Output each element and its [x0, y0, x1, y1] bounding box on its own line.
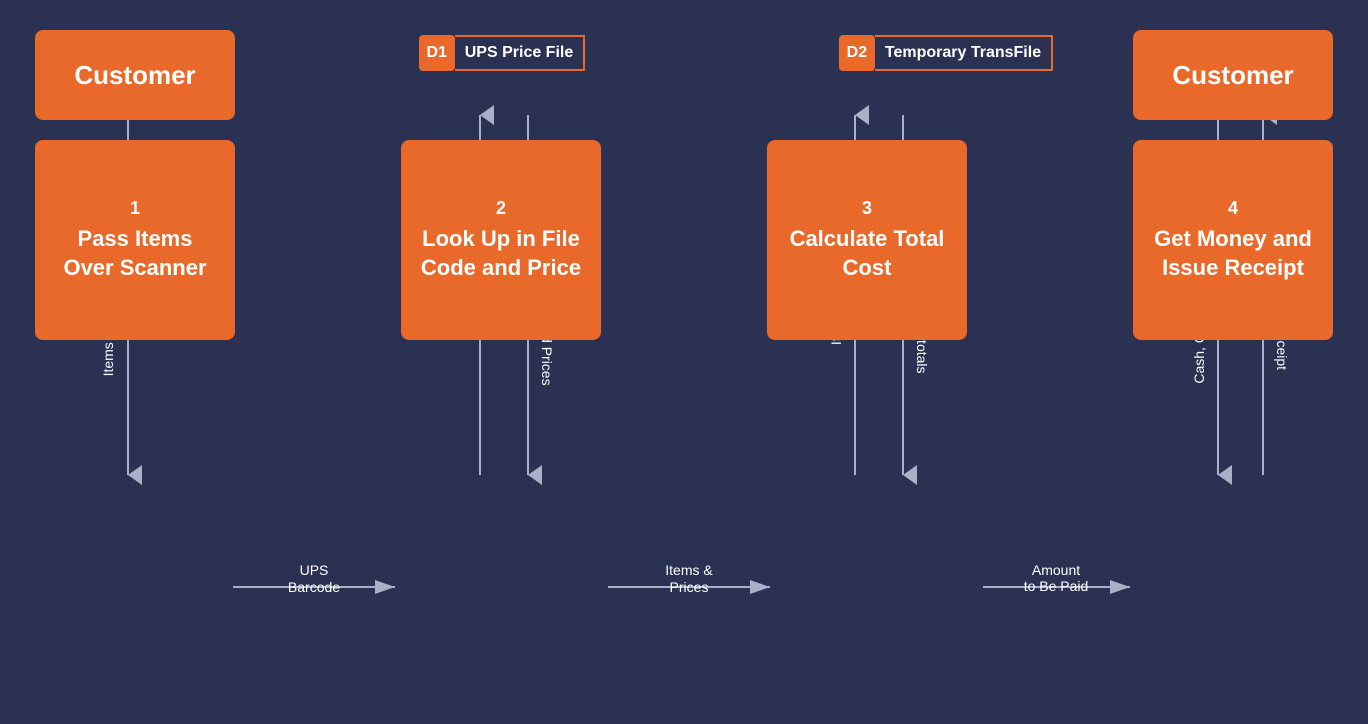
p2-label: Look Up in File Code and Price [416, 225, 586, 282]
customer2-label: Customer [1172, 60, 1293, 91]
entity-customer2: Customer [1133, 30, 1333, 120]
diagram-container: Items to Purchase UPS Barcode UPS Code I… [0, 0, 1368, 724]
datastore-d1: D1 UPS Price File [419, 35, 586, 71]
p3-number: 3 [862, 198, 872, 219]
d1-text: UPS Price File [455, 35, 586, 71]
p4-number: 4 [1228, 198, 1238, 219]
flow-label-amount: Amount [1032, 562, 1080, 578]
p4-label: Get Money and Issue Receipt [1148, 225, 1318, 282]
flow-label-items-prices-h: Items & [665, 562, 713, 578]
p3-label: Calculate Total Cost [782, 225, 952, 282]
process-p3: 3 Calculate Total Cost [767, 140, 967, 340]
process-p2: 2 Look Up in File Code and Price [401, 140, 601, 340]
customer1-label: Customer [74, 60, 195, 91]
svg-text:Prices: Prices [670, 579, 709, 595]
d2-label: D2 [839, 35, 875, 71]
entity-customer1: Customer [35, 30, 235, 120]
flow-label-ups-barcode: UPS [300, 562, 329, 578]
p1-number: 1 [130, 198, 140, 219]
svg-text:Barcode: Barcode [288, 579, 340, 595]
p2-number: 2 [496, 198, 506, 219]
process-p4: 4 Get Money and Issue Receipt [1133, 140, 1333, 340]
d1-label: D1 [419, 35, 455, 71]
d2-text: Temporary TransFile [875, 35, 1053, 71]
svg-text:to Be Paid: to Be Paid [1024, 578, 1089, 594]
datastore-d2: D2 Temporary TransFile [839, 35, 1053, 71]
process-p1: 1 Pass Items Over Scanner [35, 140, 235, 340]
p1-label: Pass Items Over Scanner [50, 225, 220, 282]
